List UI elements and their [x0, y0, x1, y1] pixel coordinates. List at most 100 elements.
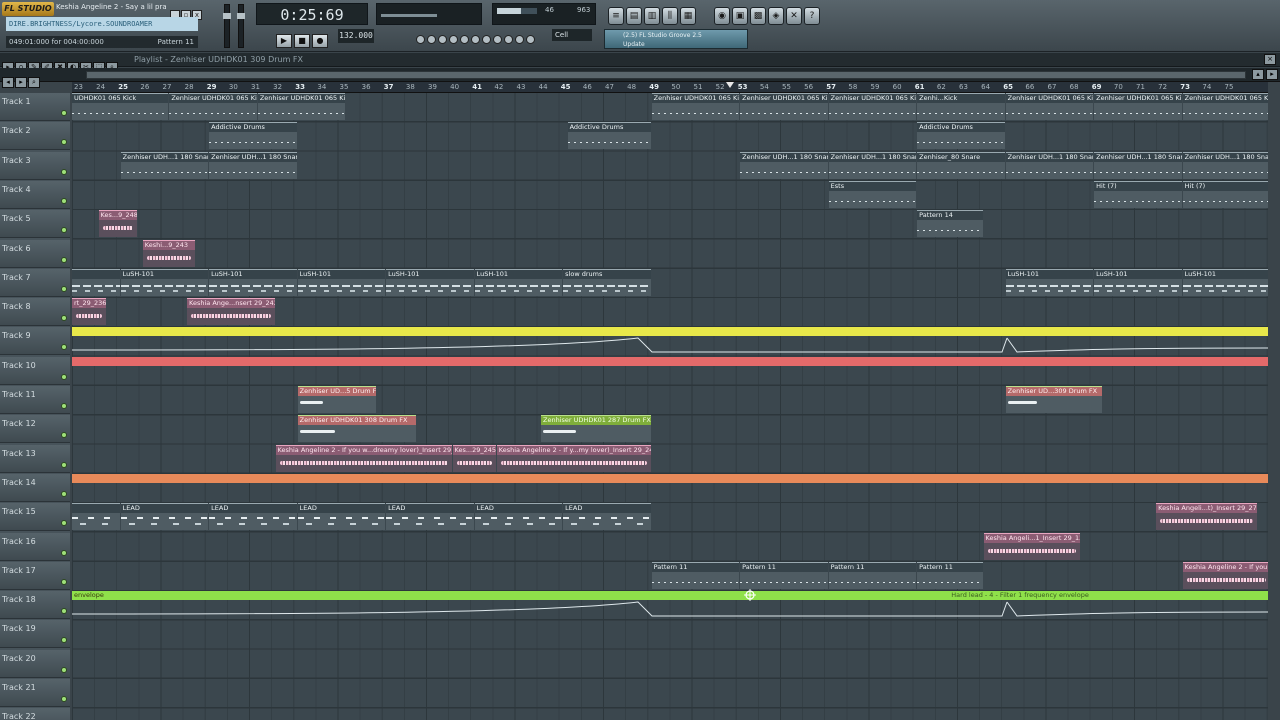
knob-8[interactable]	[493, 35, 502, 44]
track-mute-led[interactable]	[61, 578, 67, 585]
track-header[interactable]: Track 7	[0, 268, 70, 297]
playlist-clip[interactable]: Zenhiser UD...5 Drum FX	[297, 386, 377, 413]
track-mute-led[interactable]	[61, 227, 67, 234]
knob-5[interactable]	[460, 35, 469, 44]
playlist-clip[interactable]: LEAD	[209, 503, 297, 531]
track-header[interactable]: Track 10	[0, 356, 70, 385]
track-header[interactable]: Track 13	[0, 444, 70, 473]
track-mute-led[interactable]	[61, 490, 67, 497]
current-pattern[interactable]: Pattern 11	[158, 36, 194, 48]
playlist-clip[interactable]: Zenhiser UDHDK01 065 Kick	[257, 93, 346, 120]
playlist-clip[interactable]: Zenhiser UDH...1 180 Snare	[209, 151, 297, 179]
playlist-clip[interactable]: Zenhiser UDH...1 180 Snare	[120, 151, 209, 179]
playlist-clip[interactable]: Zenhiser UDHDK01 308 Drum FX	[297, 415, 417, 443]
cpu-icon[interactable]: ◉	[714, 7, 730, 25]
track-header[interactable]: Track 16	[0, 532, 70, 561]
playlist-clip[interactable]: Kes...29_245	[452, 444, 496, 472]
automation-clip[interactable]	[72, 327, 1268, 354]
playlist-clip[interactable]	[72, 268, 120, 296]
knob-4[interactable]	[449, 35, 458, 44]
playlist-clip[interactable]	[72, 503, 120, 531]
playlist-clip[interactable]: LuSH-101	[1005, 268, 1094, 296]
piano-roll-icon[interactable]: ▤	[626, 7, 642, 25]
playlist-clip[interactable]: Keshia Ange...nsert 29_242	[187, 298, 275, 326]
track-mute-led[interactable]	[61, 315, 67, 322]
track-header[interactable]: Track 2	[0, 122, 70, 151]
playlist-clip[interactable]: Keshi...9_243	[142, 239, 195, 267]
track-mute-led[interactable]	[61, 403, 67, 409]
automation-clip[interactable]	[72, 473, 1268, 501]
tempo-display[interactable]: 132.000	[338, 29, 374, 43]
playlist-clip[interactable]: Pattern 14	[917, 210, 983, 238]
knob-3[interactable]	[438, 35, 447, 44]
playlist-clip[interactable]: UDHDK01 065 Kick	[72, 93, 169, 120]
playlist-clip[interactable]: LEAD	[386, 503, 474, 531]
playlist-close-button[interactable]: ×	[1264, 54, 1276, 65]
track-header[interactable]: Track 18	[0, 591, 70, 620]
track-header[interactable]: Track 14	[0, 473, 70, 502]
track-mute-led[interactable]	[61, 666, 67, 673]
track-mute-led[interactable]	[61, 373, 67, 380]
track-header[interactable]: Track 11	[0, 386, 70, 414]
tools-icon[interactable]: ✕	[786, 7, 802, 25]
save-icon[interactable]: ▩	[750, 7, 766, 25]
playlist-clip[interactable]: Keshia Angeli...t)_Insert 29_275	[1156, 503, 1257, 531]
browser-icon[interactable]: ▦	[680, 7, 696, 25]
playlist-clip[interactable]: Zenhiser UDHDK01 287 Drum FX	[541, 415, 651, 443]
playlist-clip[interactable]: Zenhiser UDHDK01 065 Kick	[1005, 93, 1094, 120]
render-icon[interactable]: ◈	[768, 7, 784, 25]
mixer-icon[interactable]: ⫼	[662, 7, 678, 25]
playlist-clip[interactable]: Zenhiser UDHDK01 065 Kick	[1182, 93, 1268, 120]
track-mute-led[interactable]	[61, 637, 67, 644]
playlist-clip[interactable]: Zenhiser UDHDK01 065 Kick	[651, 93, 740, 120]
track-mute-led[interactable]	[61, 285, 67, 292]
snap-selector[interactable]: Cell	[552, 29, 592, 41]
record-button[interactable]: ●	[312, 34, 328, 48]
song-mode-icon[interactable]: ▸	[15, 77, 27, 88]
playlist-clip[interactable]: Zenhi...Kick	[917, 93, 1005, 120]
knob-9[interactable]	[504, 35, 513, 44]
playlist-clip[interactable]: slow drums	[563, 268, 651, 296]
track-header[interactable]: Track 4	[0, 180, 70, 209]
track-mute-led[interactable]	[61, 168, 67, 175]
track-mute-led[interactable]	[61, 696, 67, 702]
playlist-clip[interactable]: Addictive Drums	[567, 122, 651, 150]
channel-rack-icon[interactable]: ▥	[644, 7, 660, 25]
playlist-clip[interactable]: LEAD	[120, 503, 209, 531]
playlist-clip[interactable]: Pattern 11	[828, 561, 917, 589]
time-display[interactable]: 0:25:69	[256, 3, 368, 25]
help-icon[interactable]: ?	[804, 7, 820, 25]
track-header[interactable]: Track 12	[0, 415, 70, 444]
playlist-clip[interactable]: Zenhiser UDH...1 180 Snare	[1182, 151, 1268, 179]
track-mute-led[interactable]	[61, 197, 67, 204]
playlist-clip[interactable]: Zenhiser UDHDK01 065 Kick	[1094, 93, 1182, 120]
playlist-clip[interactable]: Zenhiser UDHDK01 065 Kick	[169, 93, 257, 120]
timeline-ruler[interactable]: 23 24 25 26 27 28 29 30 31 32 33 34 35 36 37 38 39 40 41 42…	[72, 82, 1268, 93]
playlist-clip[interactable]: Hit (7)	[1182, 180, 1268, 208]
playlist-clip[interactable]: Keshia Angeli...1_Insert 29_132	[983, 532, 1080, 560]
automation-clip[interactable]: envelope Hard lead - 4 - Filter 1 frequen…	[72, 591, 1268, 618]
stop-button[interactable]: ■	[294, 34, 310, 48]
track-mute-led[interactable]	[61, 344, 67, 351]
knob-2[interactable]	[427, 35, 436, 44]
playhead-marker[interactable]	[726, 82, 734, 88]
playlist-clip[interactable]: Zenhiser UDH...1 180 Snare	[828, 151, 917, 179]
playlist-clip[interactable]: Zenhiser UDHDK01 065 Kick	[740, 93, 828, 120]
playlist-clip[interactable]: Addictive Drums	[917, 122, 1005, 150]
track-header[interactable]: Track 17	[0, 561, 70, 590]
playlist-icon[interactable]: ≡	[608, 7, 624, 25]
track-mute-led[interactable]	[61, 110, 67, 116]
track-header[interactable]: Track 9	[0, 327, 70, 356]
knob-1[interactable]	[416, 35, 425, 44]
scroll-up-icon[interactable]: ▴	[1252, 69, 1264, 80]
track-header[interactable]: Track 6	[0, 239, 70, 268]
playlist-clip[interactable]: Zenhiser UDHDK01 065 Kick	[828, 93, 917, 120]
track-mute-led[interactable]	[61, 256, 67, 263]
playlist-clip[interactable]: Zenhiser UD...309 Drum FX	[1005, 386, 1103, 413]
track-mute-led[interactable]	[61, 139, 67, 146]
playlist-clip[interactable]: Pattern 11	[740, 561, 828, 589]
playlist-clip[interactable]: Pattern 11	[917, 561, 983, 589]
knob-7[interactable]	[482, 35, 491, 44]
disk-icon[interactable]: ▣	[732, 7, 748, 25]
playlist-clip[interactable]: Zenhiser UDH...1 180 Snare	[1005, 151, 1094, 179]
